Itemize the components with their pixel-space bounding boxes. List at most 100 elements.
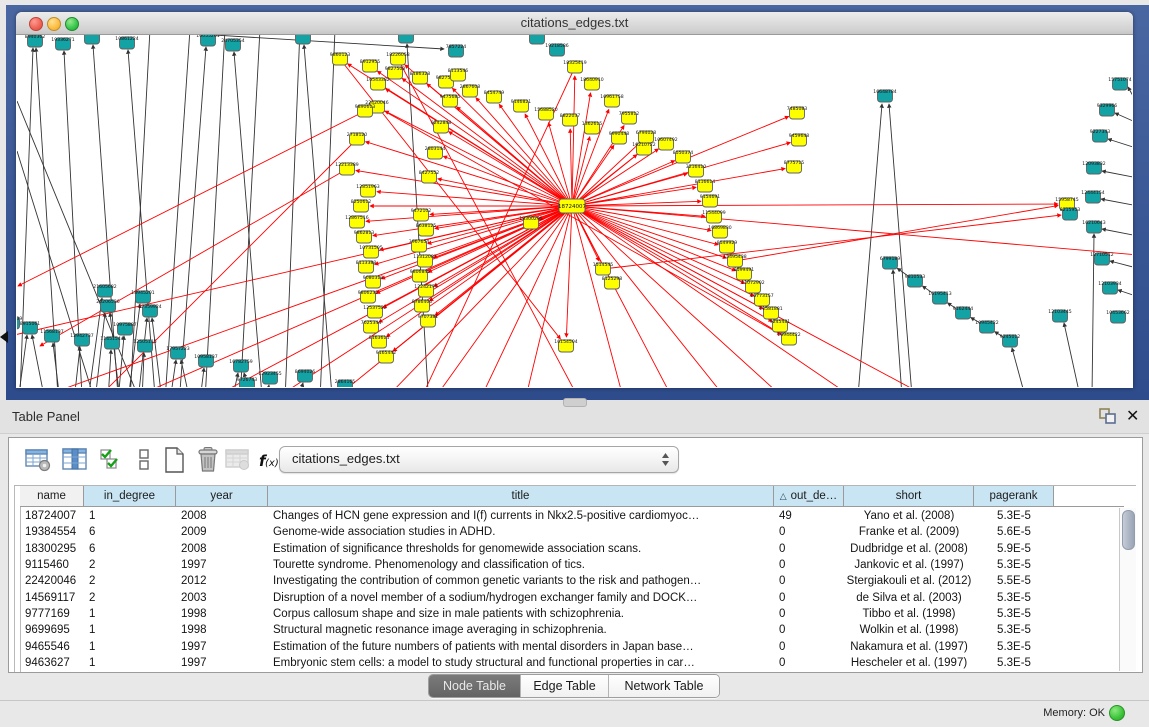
network-edge[interactable] (18, 335, 27, 387)
network-node[interactable] (399, 35, 414, 43)
network-canvas[interactable]: 1872400798601238912955182260589827508165… (17, 35, 1132, 387)
network-edge[interactable] (893, 270, 902, 387)
network-edge[interactable] (572, 206, 640, 387)
network-edge[interactable] (858, 104, 882, 387)
network-edge[interactable] (1115, 113, 1132, 121)
table-cell[interactable]: Genome-wide association studies in ADHD. (268, 526, 774, 538)
network-edge[interactable] (1101, 199, 1132, 205)
table-body[interactable]: 1872400712008Changes of HCN gene express… (20, 508, 1124, 671)
table-cell[interactable]: 5.3E-5 (974, 608, 1054, 620)
table-cell[interactable]: de Silva et al. (2003) (844, 592, 974, 604)
column-header-title[interactable]: title (268, 486, 774, 507)
column-header-short[interactable]: short (844, 486, 974, 507)
table-cell[interactable]: 1 (84, 657, 176, 669)
float-panel-icon[interactable] (1098, 407, 1118, 425)
table-cell[interactable]: 9115460 (20, 559, 84, 571)
table-cell[interactable]: 6 (84, 543, 176, 555)
table-cell[interactable]: 5.6E-5 (974, 526, 1054, 538)
table-cell[interactable]: 5.3E-5 (974, 559, 1054, 571)
network-edge[interactable] (138, 318, 147, 387)
table-cell[interactable]: 2009 (176, 526, 268, 538)
table-cell[interactable]: 18724007 (20, 510, 84, 522)
table-settings-icon[interactable] (23, 445, 55, 477)
network-edge[interactable] (234, 52, 262, 387)
table-cell[interactable]: 2003 (176, 592, 268, 604)
network-edge[interactable] (572, 187, 696, 206)
table-cell[interactable]: 1 (84, 608, 176, 620)
table-cell[interactable]: 2 (84, 559, 176, 571)
table-cell[interactable]: 1 (84, 624, 176, 636)
table-cell[interactable]: 6 (84, 526, 176, 538)
table-row[interactable]: 1830029562008Estimation of significance … (20, 541, 1124, 557)
table-row[interactable]: 946362711997Embryonic stem cells: a mode… (20, 655, 1124, 671)
memory-status-icon[interactable] (1109, 705, 1125, 721)
table-cell[interactable]: Disruption of a novel member of a sodium… (268, 592, 774, 604)
column-header-pagerank[interactable]: pagerank (974, 486, 1054, 507)
table-row[interactable]: 977716911998Corpus callosum shape and si… (20, 606, 1124, 622)
network-edge[interactable] (366, 142, 572, 206)
network-edge[interactable] (510, 206, 572, 387)
column-header-out_de[interactable]: △out_de… (774, 486, 844, 507)
tab-node-table[interactable]: Node Table (429, 675, 521, 697)
network-edge[interactable] (375, 206, 572, 264)
table-row[interactable]: 2242004622012Investigating the contribut… (20, 573, 1124, 589)
table-cell[interactable]: 1997 (176, 657, 268, 669)
table-cell[interactable]: 9463627 (20, 657, 84, 669)
table-row[interactable]: 969969511998Structural magnetic resonanc… (20, 622, 1124, 638)
network-edge[interactable] (108, 350, 111, 387)
network-edge[interactable] (572, 76, 575, 206)
network-edge[interactable] (1012, 348, 1025, 387)
table-cell[interactable]: Tourette syndrome. Phenomenology and cla… (268, 559, 774, 571)
network-edge[interactable] (266, 385, 269, 387)
table-cell[interactable]: Stergiakouli et al. (2012) (844, 575, 974, 587)
table-cell[interactable]: 0 (774, 657, 844, 669)
table-cell[interactable]: 1 (84, 510, 176, 522)
table-cell[interactable]: 1998 (176, 608, 268, 620)
table-cell[interactable]: 5.3E-5 (974, 592, 1054, 604)
network-edge[interactable] (379, 206, 572, 322)
table-cell[interactable]: 0 (774, 559, 844, 571)
network-edge[interactable] (17, 151, 95, 387)
table-cell[interactable]: 0 (774, 608, 844, 620)
network-edge[interactable] (18, 111, 365, 286)
table-cell[interactable]: Estimation of significance thresholds fo… (268, 543, 774, 555)
network-edge[interactable] (570, 129, 572, 206)
table-row[interactable]: 1938455462009Genome-wide association stu… (20, 524, 1124, 540)
table-row[interactable]: 946554611997Estimation of the future num… (20, 638, 1124, 654)
vertical-scrollbar[interactable] (1119, 508, 1136, 671)
table-cell[interactable]: 0 (774, 543, 844, 555)
table-cell[interactable]: 2008 (176, 543, 268, 555)
split-pane-collapse-arrow-icon[interactable] (0, 331, 8, 343)
network-edge[interactable] (499, 104, 572, 206)
network-edge[interactable] (1102, 171, 1132, 177)
table-cell[interactable]: 5.3E-5 (974, 657, 1054, 669)
column-header-year[interactable]: year (176, 486, 268, 507)
table-cell[interactable]: 5.3E-5 (974, 624, 1054, 636)
network-edge[interactable] (40, 169, 347, 346)
table-cell[interactable]: Tibbo et al. (1998) (844, 608, 974, 620)
table-select-dropdown[interactable]: citations_edges.txt (279, 446, 679, 473)
table-cell[interactable]: Structural magnetic resonance image aver… (268, 624, 774, 636)
table-cell[interactable]: Investigating the contribution of common… (268, 575, 774, 587)
network-edge[interactable] (17, 206, 572, 336)
table-cell[interactable]: Franke et al. (2009) (844, 526, 974, 538)
table-cell[interactable]: 2008 (176, 510, 268, 522)
table-cell[interactable]: 49 (774, 510, 844, 522)
network-edge[interactable] (1110, 261, 1132, 267)
table-cell[interactable]: Changes of HCN gene expression and I(f) … (268, 510, 774, 522)
table-cell[interactable]: 9777169 (20, 608, 84, 620)
delete-column-trash-icon[interactable] (193, 445, 225, 477)
network-edge[interactable] (170, 360, 176, 387)
table-cell[interactable]: 14569117 (20, 592, 84, 604)
network-edge[interactable] (434, 206, 572, 286)
table-cell[interactable]: Wolkin et al. (1998) (844, 624, 974, 636)
network-edge[interactable] (452, 88, 572, 206)
table-cell[interactable]: 18300295 (20, 543, 84, 555)
network-window[interactable]: citations_edges.txt 18724007986012389129… (16, 12, 1133, 388)
table-cell[interactable]: Yano et al. (2008) (844, 510, 974, 522)
network-edge[interactable] (572, 206, 1132, 256)
table-cell[interactable]: 0 (774, 641, 844, 653)
table-cell[interactable]: 5.3E-5 (974, 641, 1054, 653)
network-edge[interactable] (1118, 290, 1132, 295)
table-cell[interactable]: 5.5E-5 (974, 575, 1054, 587)
